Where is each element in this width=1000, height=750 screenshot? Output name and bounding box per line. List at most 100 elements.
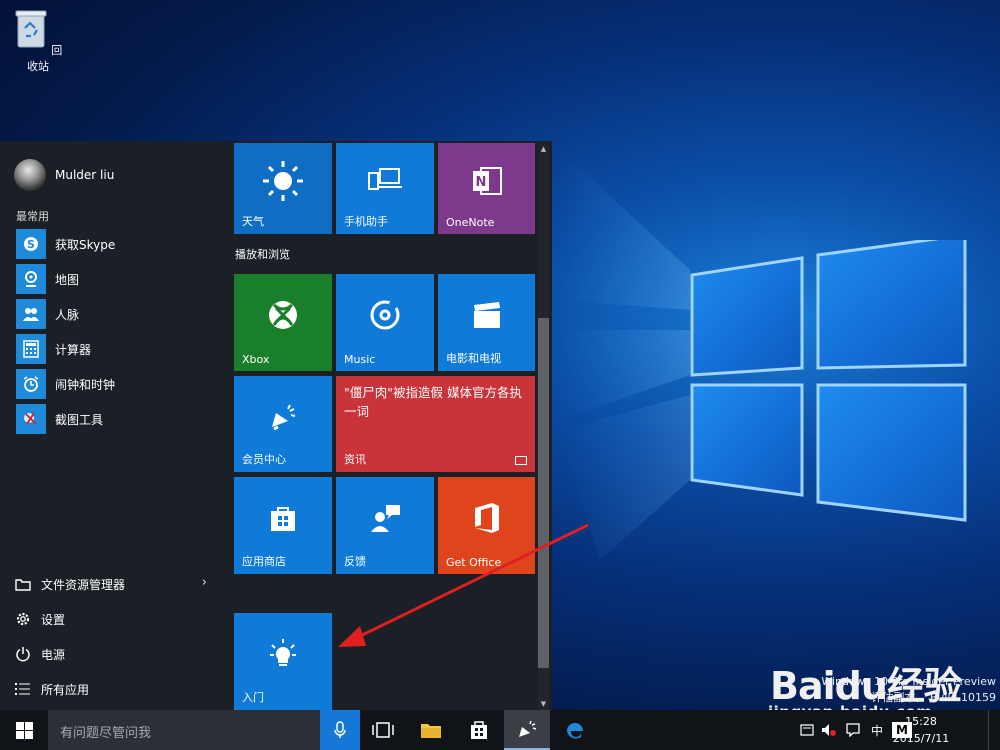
office-icon (474, 502, 499, 533)
taskbar-clock[interactable]: 15:28 2015/7/11 (886, 713, 956, 747)
scroll-up-arrow-icon[interactable]: ▲ (538, 143, 549, 155)
tile-news[interactable]: "僵尸肉"被指造假 媒体官方各执一词 资讯 (336, 376, 535, 472)
tile-label: 入门 (242, 691, 264, 704)
microphone-button[interactable] (320, 710, 360, 750)
alarm-clock-icon (16, 369, 46, 399)
tile-feedback[interactable]: 反馈 (336, 477, 434, 574)
tile-store[interactable]: 应用商店 (234, 477, 332, 574)
app-item-label: 闹钟和时钟 (55, 377, 116, 392)
tile-weather[interactable]: 天气 (234, 143, 332, 234)
action-center-icon[interactable] (796, 710, 818, 750)
tile-label: Music (344, 353, 376, 366)
tile-label: 电影和电视 (446, 352, 501, 365)
taskbar: 有问题尽管问我 中 M 15:28 2015/7/11 (0, 710, 1000, 750)
volume-muted-icon[interactable] (818, 710, 840, 750)
ime-chinese-indicator[interactable]: 中 (866, 710, 888, 750)
tile-xbox[interactable]: Xbox (234, 274, 332, 371)
list-icon (14, 680, 32, 698)
file-explorer-label: 文件资源管理器 (41, 577, 126, 592)
clock-time: 15:28 (905, 715, 937, 728)
baidu-watermark-logo: Baidu经验 (770, 664, 962, 708)
notification-icon[interactable] (842, 710, 864, 750)
app-item-alarms[interactable]: 闹钟和时钟 (16, 369, 216, 399)
edge-browser-taskbar-button[interactable] (552, 710, 598, 750)
clapperboard-icon (473, 301, 500, 328)
recycle-bin-icon (15, 10, 47, 48)
app-item-skype[interactable]: S 获取Skype (16, 229, 216, 259)
tile-label: Get Office (446, 556, 502, 569)
tile-label: 应用商店 (242, 555, 286, 568)
tile-music[interactable]: Music (336, 274, 434, 371)
app-item-people[interactable]: 人脉 (16, 299, 216, 329)
search-input[interactable]: 有问题尽管问我 (48, 710, 320, 750)
tile-member-center[interactable]: 会员中心 (234, 376, 332, 472)
tiles-scrollbar-thumb[interactable] (538, 318, 549, 668)
microphone-icon (334, 721, 346, 738)
app-item-label: 地图 (55, 272, 80, 287)
folder-icon (14, 575, 32, 593)
news-badge-icon (515, 456, 527, 465)
file-explorer-taskbar-button[interactable] (408, 710, 454, 750)
tile-phone-companion[interactable]: 手机助手 (336, 143, 434, 234)
app-item-calculator[interactable]: 计算器 (16, 334, 216, 364)
file-explorer-item[interactable]: 文件资源管理器 › (14, 572, 209, 596)
svg-text:S: S (27, 238, 35, 251)
user-account[interactable]: Mulder liu (14, 159, 114, 191)
avatar (14, 159, 46, 191)
all-apps-label: 所有应用 (41, 682, 90, 697)
scroll-down-arrow-icon[interactable]: ▼ (538, 698, 549, 710)
start-button[interactable] (0, 710, 48, 750)
user-name: Mulder liu (55, 168, 115, 182)
task-view-button[interactable] (360, 710, 406, 750)
gear-icon (14, 610, 32, 628)
power-icon (14, 645, 32, 663)
people-icon (16, 299, 46, 329)
store-bag-icon (471, 721, 487, 739)
tile-label: 会员中心 (242, 453, 286, 466)
megaphone-icon (519, 720, 537, 737)
most-used-heading: 最常用 (16, 210, 49, 223)
feedback-icon (371, 504, 400, 532)
tile-movies-tv[interactable]: 电影和电视 (438, 274, 535, 371)
snipping-tool-icon (16, 404, 46, 434)
svg-text:N: N (475, 175, 486, 190)
edge-icon (567, 723, 583, 739)
store-bag-icon (271, 506, 295, 531)
chevron-right-icon[interactable]: › (202, 575, 207, 590)
news-headline: "僵尸肉"被指造假 媒体官方各执一词 (344, 385, 522, 419)
phone-laptop-icon (368, 168, 402, 191)
xbox-icon (269, 300, 297, 329)
clock-date: 2015/7/11 (892, 732, 950, 745)
settings-item[interactable]: 设置 (14, 607, 209, 631)
calculator-icon (16, 334, 46, 364)
sun-icon (263, 161, 303, 202)
tile-label: OneNote (446, 216, 495, 229)
recycle-bin-desktop-icon[interactable]: 回收站 (10, 8, 66, 74)
tile-label: 天气 (242, 215, 264, 228)
power-item[interactable]: 电源 (14, 642, 209, 666)
windows-start-icon (15, 721, 33, 739)
app-item-label: 截图工具 (55, 412, 104, 427)
app-item-label: 人脉 (55, 307, 80, 322)
folder-icon (421, 724, 441, 738)
onenote-icon: N (472, 167, 502, 196)
megaphone-icon (272, 404, 296, 431)
tile-get-office[interactable]: Get Office (438, 477, 535, 574)
app-item-label: 获取Skype (55, 237, 116, 252)
store-taskbar-button[interactable] (456, 710, 502, 750)
all-apps-item[interactable]: 所有应用 (14, 677, 209, 701)
app-item-snipping-tool[interactable]: 截图工具 (16, 404, 216, 434)
tile-onenote[interactable]: N OneNote (438, 143, 535, 234)
lightbulb-icon (270, 638, 296, 666)
member-center-taskbar-button[interactable] (504, 710, 550, 750)
show-desktop-button[interactable] (988, 710, 1000, 750)
tile-get-started[interactable]: 入门 (234, 613, 332, 710)
music-disc-icon (370, 300, 400, 330)
windows-logo-wallpaper (690, 240, 967, 522)
app-item-maps[interactable]: 地图 (16, 264, 216, 294)
map-icon (16, 264, 46, 294)
task-view-icon (372, 722, 394, 738)
tile-label: 资讯 (344, 453, 366, 466)
start-left-column: Mulder liu 最常用 S 获取Skype 地图 人脉 计算器 闹钟和时钟… (0, 141, 224, 710)
skype-icon: S (16, 229, 46, 259)
